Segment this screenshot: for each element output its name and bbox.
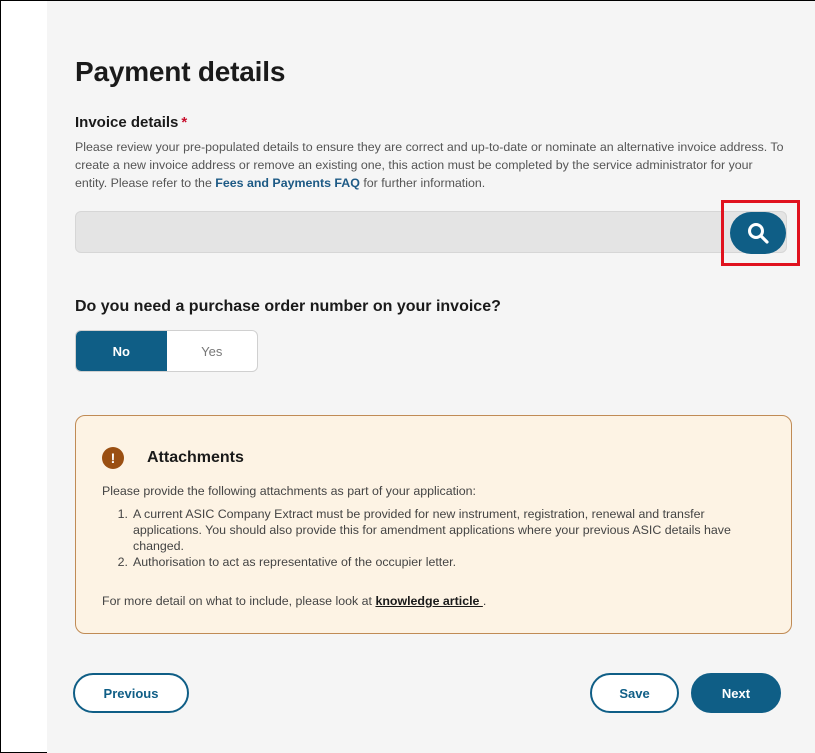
list-item-number: 1.: [117, 507, 128, 521]
search-icon: [748, 223, 769, 244]
list-item: 2. Authorisation to act as representative…: [102, 554, 762, 570]
toggle-option-yes[interactable]: Yes: [167, 331, 258, 371]
knowledge-article-link[interactable]: knowledge article: [375, 594, 482, 608]
search-button[interactable]: [730, 212, 786, 254]
invoice-details-label: Invoice details *: [75, 114, 187, 131]
attachments-intro: Please provide the following attachments…: [102, 484, 477, 498]
warning-icon: !: [102, 447, 124, 469]
list-item-text: A current ASIC Company Extract must be p…: [133, 507, 731, 553]
invoice-help-text: Please review your pre-populated details…: [75, 138, 785, 192]
next-button[interactable]: Next: [691, 673, 781, 713]
attachments-more-info: For more detail on what to include, plea…: [102, 594, 486, 608]
fees-payments-faq-link[interactable]: Fees and Payments FAQ: [215, 176, 360, 190]
required-marker: *: [181, 114, 188, 131]
invoice-details-label-text: Invoice details: [75, 114, 179, 131]
toggle-option-no[interactable]: No: [76, 331, 167, 371]
left-gutter: [1, 1, 47, 752]
previous-button[interactable]: Previous: [73, 673, 189, 713]
save-button[interactable]: Save: [590, 673, 679, 713]
list-item-text: Authorisation to act as representative o…: [133, 555, 457, 569]
purchase-order-question: Do you need a purchase order number on y…: [75, 298, 501, 315]
attachments-list: 1. A current ASIC Company Extract must be…: [102, 506, 762, 570]
list-item: 1. A current ASIC Company Extract must be…: [102, 506, 762, 554]
purchase-order-toggle: No Yes: [75, 330, 258, 372]
invoice-address-field[interactable]: [75, 211, 787, 253]
more-info-before: For more detail on what to include, plea…: [102, 594, 376, 608]
attachments-title: Attachments: [147, 449, 244, 466]
page-title: Payment details: [75, 56, 286, 87]
more-info-after: .: [482, 594, 487, 608]
list-item-number: 2.: [117, 555, 128, 569]
help-text-after: for further information.: [359, 176, 486, 190]
